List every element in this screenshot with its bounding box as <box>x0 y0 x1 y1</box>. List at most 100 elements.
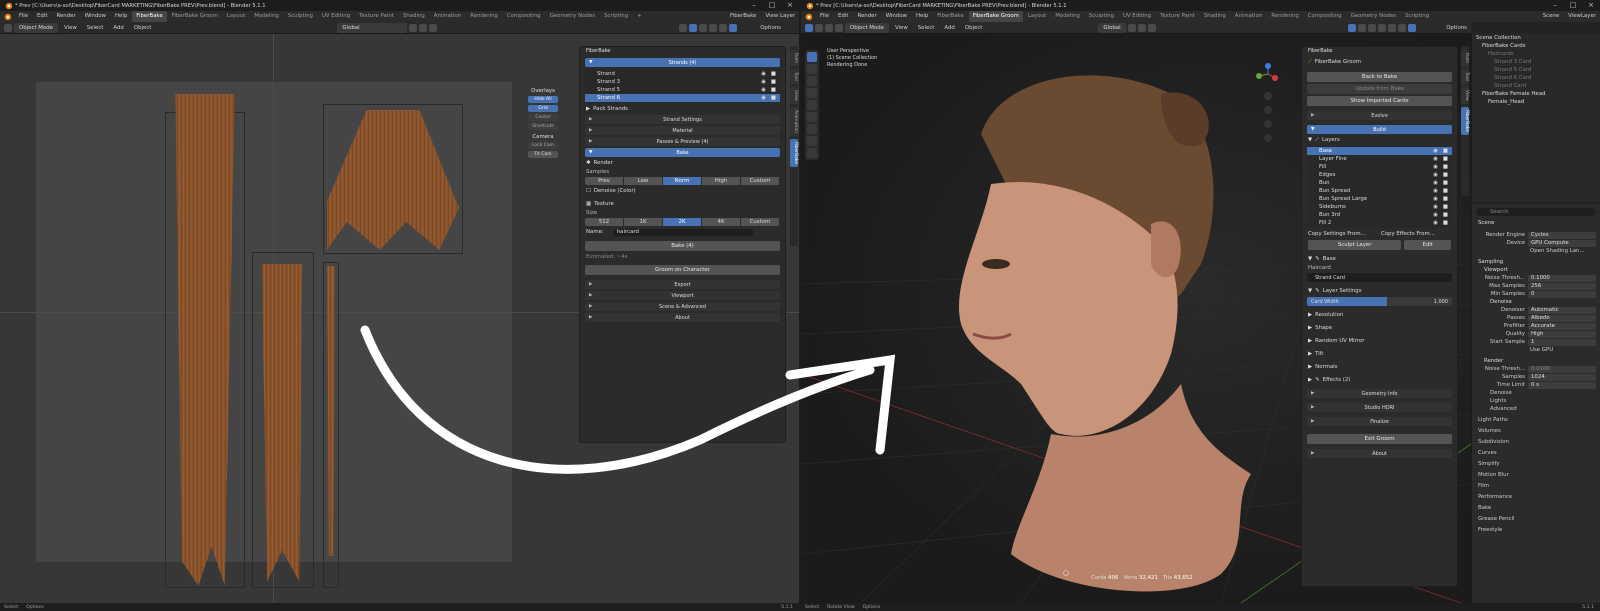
menu-edit[interactable]: Edit <box>834 11 852 22</box>
back-to-bake-button[interactable]: Back to Bake <box>1307 72 1452 82</box>
tab-fiberbake-side[interactable]: FiberBake <box>790 138 798 167</box>
bake-section[interactable]: Bake <box>1472 504 1600 512</box>
sub-denoise[interactable]: Denoise <box>1472 389 1600 397</box>
samples-prev[interactable]: Prev <box>585 177 624 185</box>
tab-uv-editing[interactable]: UV Editing <box>1119 11 1155 22</box>
build-section[interactable]: ▼ Build <box>1307 125 1452 134</box>
list-item[interactable]: Edges ◉ ■ <box>1307 171 1452 179</box>
outliner-item-strand-5[interactable]: Strand 5 Card <box>1472 66 1600 74</box>
noise-threshold-field[interactable]: 0.1000 <box>1528 274 1596 282</box>
menu-render[interactable]: Render <box>853 11 880 22</box>
scene-advanced-section[interactable]: ▶ Scene & Advanced <box>585 302 780 311</box>
blender-menu-icon[interactable] <box>804 12 813 21</box>
denoise-checkbox[interactable]: ☐ Denoise (Color) <box>586 187 779 195</box>
list-item[interactable]: Strand 6 ◉ ■ <box>585 94 780 102</box>
tab-modeling[interactable]: Modeling <box>250 11 283 22</box>
add-cube-tool-icon[interactable] <box>807 148 817 158</box>
viewport-subsection[interactable]: Viewport <box>1472 266 1600 274</box>
evolve-section[interactable]: ▶ Evolve <box>1307 111 1452 120</box>
menu-help[interactable]: Help <box>912 11 932 22</box>
tab-tool[interactable]: Tool <box>1461 69 1469 84</box>
lock-cam-button[interactable]: Lock Cam <box>528 142 558 149</box>
about-section[interactable]: ▶ About <box>585 313 780 322</box>
blender-menu-icon[interactable] <box>3 12 12 21</box>
options-menu[interactable]: Options <box>1442 25 1471 31</box>
tab-layout[interactable]: Layout <box>1024 11 1050 22</box>
size-512[interactable]: 512 <box>585 218 624 226</box>
tab-geometry-nodes[interactable]: Geometry Nodes <box>546 11 599 22</box>
tab-fiberbake-groom[interactable]: FiberBake Groom <box>168 11 222 22</box>
samples-norm[interactable]: Norm <box>663 177 702 185</box>
minimize-icon[interactable]: – <box>1546 0 1564 11</box>
simplify-section[interactable]: Simplify <box>1472 460 1600 468</box>
visibility-icon[interactable] <box>679 23 688 32</box>
samples-high[interactable]: High <box>702 177 741 185</box>
passes-dropdown[interactable]: Albedo <box>1528 314 1596 322</box>
tab-fiberbake-groom[interactable]: FiberBake Groom <box>968 11 1023 22</box>
menu-file[interactable]: File <box>816 11 833 22</box>
measure-tool-icon[interactable] <box>807 136 817 146</box>
navigation-gizmo[interactable] <box>1253 48 1283 178</box>
list-item[interactable]: Base ◉ ■ <box>1307 147 1452 155</box>
outliner-item-female-head[interactable]: Female_Head <box>1472 98 1600 106</box>
performance-section[interactable]: Performance <box>1472 493 1600 501</box>
outliner-item-haircards[interactable]: Haircards <box>1472 50 1600 58</box>
tab-scripting[interactable]: Scripting <box>600 11 632 22</box>
quality-dropdown[interactable]: High <box>1528 330 1596 338</box>
tab-geometry-nodes[interactable]: Geometry Nodes <box>1347 11 1400 22</box>
size-4k[interactable]: 4K <box>702 218 741 226</box>
tab-animation-side[interactable]: Animation <box>790 106 798 136</box>
base-subheader[interactable]: ▼ ✎ Base <box>1308 255 1451 263</box>
tab-shading[interactable]: Shading <box>399 11 429 22</box>
time-limit-field[interactable]: 0 s <box>1528 381 1596 389</box>
gizmo-icon[interactable] <box>1347 23 1356 32</box>
scale-tool-icon[interactable] <box>807 100 817 110</box>
list-item[interactable]: Sideburns ◉ ■ <box>1307 203 1452 211</box>
material-section[interactable]: ▶ Material <box>585 126 780 135</box>
about-section[interactable]: ▶ About <box>1307 449 1452 458</box>
advanced-subsection[interactable]: Advanced <box>1472 405 1600 413</box>
list-item[interactable]: Fill 2 ◉ ■ <box>1307 219 1452 227</box>
outliner-item-strand[interactable]: Strand Card <box>1472 82 1600 90</box>
bake-button[interactable]: Bake (4) <box>585 241 780 251</box>
tab-shading[interactable]: Shading <box>1200 11 1230 22</box>
pivot-icon[interactable] <box>1127 23 1136 32</box>
list-item[interactable]: Strand 5 ◉ ■ <box>585 86 780 94</box>
editor-type-icon[interactable] <box>835 23 843 32</box>
xray-icon[interactable] <box>1367 23 1376 32</box>
tab-uv-editing[interactable]: UV Editing <box>318 11 354 22</box>
tilt-subsection[interactable]: ▶ Tilt <box>1308 350 1451 358</box>
size-custom[interactable]: Custom <box>741 218 780 226</box>
mode-selector[interactable]: Object Mode <box>14 22 58 33</box>
outliner-item-strand-6[interactable]: Strand 6 Card <box>1472 74 1600 82</box>
orientation-selector[interactable]: Global <box>1098 22 1126 33</box>
add-workspace-icon[interactable]: + <box>633 11 646 22</box>
menu-add[interactable]: Add <box>109 25 127 31</box>
select-mode-icon[interactable] <box>815 23 823 32</box>
tab-scripting[interactable]: Scripting <box>1401 11 1433 22</box>
options-menu[interactable]: Options <box>756 25 785 31</box>
menu-help[interactable]: Help <box>111 11 131 22</box>
transform-tool-icon[interactable] <box>807 112 817 122</box>
render-noise-field[interactable]: 0.0100 <box>1528 365 1596 373</box>
overlay-icon[interactable] <box>1357 23 1366 32</box>
samples-field[interactable]: 1024 <box>1528 373 1596 381</box>
properties-search[interactable]: Search <box>1476 208 1596 216</box>
motion-blur-section[interactable]: Motion Blur <box>1472 471 1600 479</box>
menu-object[interactable]: Object <box>130 25 156 31</box>
proportional-icon[interactable] <box>1147 23 1156 32</box>
minimize-icon[interactable]: – <box>745 0 763 11</box>
tab-view[interactable]: View <box>1461 87 1469 104</box>
snap-icon[interactable] <box>419 23 428 32</box>
tab-fiberbake-side[interactable]: FiberBake <box>1461 106 1469 135</box>
snap-icon[interactable] <box>1137 23 1146 32</box>
device-dropdown[interactable]: GPU Compute <box>1528 239 1596 247</box>
solid-shading-icon[interactable] <box>1387 23 1396 32</box>
subdivision-section[interactable]: Subdivision <box>1472 438 1600 446</box>
tab-item[interactable]: Item <box>1461 50 1469 67</box>
tab-item[interactable]: Item <box>790 50 798 67</box>
viewport-section[interactable]: ▶ Viewport <box>585 291 780 300</box>
editor-type-icon[interactable] <box>4 23 12 32</box>
grease-pencil-section[interactable]: Grease Pencil <box>1472 515 1600 523</box>
copy-effects-dropdown[interactable]: Copy Effects From... <box>1381 230 1451 238</box>
